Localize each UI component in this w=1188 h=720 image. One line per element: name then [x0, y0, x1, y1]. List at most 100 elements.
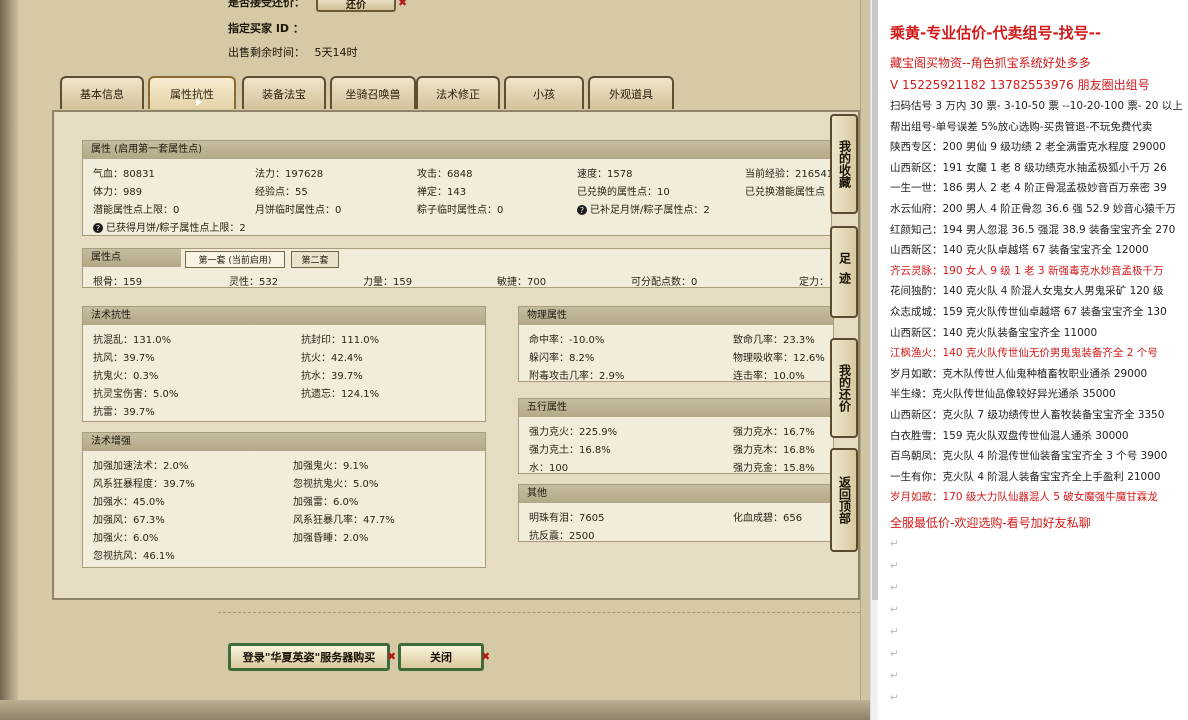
resist-water: 抗水：39.7% [301, 371, 363, 382]
attributes-panel: 属性 (启用第一套属性点) 气血：80831 法力：197628 攻击：6848… [82, 140, 833, 236]
my-favorites-label: 我的收藏 [837, 140, 852, 188]
subtab-second-set[interactable]: 第二套 [291, 251, 339, 268]
attr-limit-obtained: ? 已获得月饼/粽子属性点上限：2 [93, 219, 246, 234]
tab-equipment[interactable]: 装备法宝 [242, 76, 326, 109]
paragraph-mark: ↵ [890, 692, 899, 704]
paragraph-mark: ↵ [890, 604, 899, 616]
phys-combo: 连击率：10.0% [733, 371, 805, 382]
elements-panel: 五行属性 强力克火：225.9% 强力克水：16.7% 强力克土：16.8% 强… [518, 398, 834, 474]
text-document: 乘黄-专业估价-代卖组号-找号-- 藏宝阁买物资--角色抓宝系统好处多多 V 1… [878, 0, 1188, 720]
bargain-button[interactable]: 还价 [316, 0, 396, 12]
sale-time-label: 出售剩余时间： 5天14时 [228, 44, 358, 60]
boost-wind-frenzy: 风系狂暴程度：39.7% [93, 479, 195, 490]
other-title: 其他 [519, 485, 833, 503]
sale-time-label-text: 出售剩余时间： [228, 46, 305, 59]
doc-listing-line: 齐云灵脉：190 女人 9 级 1 老 3 新强毒克水妙音孟极千万 [890, 264, 1164, 277]
resist-thunder: 抗雷：39.7% [93, 407, 155, 418]
boost-wind-frenzy-rate: 风系狂暴几率：47.7% [293, 515, 395, 526]
doc-listing-line: 山西新区：140 克火队装备宝宝齐全 11000 [890, 326, 1098, 339]
buyer-id-label: 指定买家 ID ： [228, 22, 304, 35]
doc-listing-line: 江枫渔火：140 克火队传世仙无价男鬼鬼装备齐全 2 个号 [890, 347, 1158, 360]
paragraph-mark: ↵ [890, 626, 899, 638]
points-agility: 敏捷：700 [497, 277, 547, 288]
resist-wind: 抗风：39.7% [93, 353, 155, 364]
doc-listing-line: 山西新区：克火队 7 级功绩传世人畜牧装备宝宝齐全 3350 [890, 409, 1165, 421]
magic-boost-panel: 法术增强 加强加速法术：2.0% 加强鬼火：9.1% 风系狂暴程度：39.7% … [82, 432, 486, 568]
my-bargains-button[interactable]: 我的还价 [830, 338, 858, 438]
magic-resist-panel: 法术抗性 抗混乱：131.0% 抗封印：111.0% 抗风：39.7% 抗火：4… [82, 306, 486, 422]
elem-vs-metal: 强力克金：15.8% [733, 463, 815, 474]
frame-left-border [0, 0, 18, 720]
attr-zen: 禅定：143 [417, 187, 467, 198]
game-window: 是否接受还价： 还价 ✖ 指定买家 ID ： 出售剩余时间： 5天14时 基本信… [0, 0, 870, 720]
subtab-first-set[interactable]: 第一套 (当前启用) [185, 251, 285, 268]
footprint-label: 足迹 [837, 252, 852, 292]
login-close-icon: ✖ [387, 650, 397, 663]
other-pearl: 明珠有泪：7605 [529, 513, 605, 524]
elements-title: 五行属性 [519, 399, 833, 417]
doc-heading: 乘黄-专业估价-代卖组号-找号-- [890, 24, 1102, 42]
attr-stamina: 体力：989 [93, 187, 143, 198]
boost-ignore-ghostfire: 忽视抗鬼火：5.0% [293, 479, 379, 490]
paragraph-mark: ↵ [890, 648, 899, 660]
points-panel-title: 属性点 [83, 249, 181, 267]
doc-line-2: 藏宝阁买物资--角色抓宝系统好处多多 [890, 56, 1091, 70]
points-endurance: 定力： [799, 277, 829, 288]
back-to-top-label: 返回顶部 [837, 476, 852, 524]
doc-listing-line: 半生缘：克火队传世仙品像较好异光通杀 35000 [890, 388, 1116, 401]
doc-listing-line: 山西新区：140 克火队卓越塔 67 装备宝宝齐全 12000 [890, 244, 1149, 257]
points-spirit: 灵性：532 [229, 277, 279, 288]
doc-listing-line: 岁月如歌：170 级大力队仙器混人 5 破女魔强牛魔甘霖龙 [890, 491, 1158, 504]
boost-sleep: 加强昏睡：2.0% [293, 533, 369, 544]
phys-absorb: 物理吸收率：12.6% [733, 353, 825, 364]
attributes-content: 属性 (启用第一套属性点) 气血：80831 法力：197628 攻击：6848… [52, 110, 860, 600]
doc-listing-line: 水云仙府：200 男人 4 阶正骨忽 36.6 强 52.9 妙音心猿千万 [890, 203, 1176, 215]
phys-dodge: 躲闪率：8.2% [529, 353, 595, 364]
tab-attributes-resist-label: 属性抗性 [170, 87, 214, 101]
login-purchase-button[interactable]: 登录"华夏英姿"服务器购买 [228, 643, 390, 671]
doc-listing-line: 岁月如歌：克木队传世人仙鬼种植畜牧职业通杀 29000 [890, 367, 1148, 380]
other-counter: 抗反震：2500 [529, 531, 595, 542]
phys-crit: 致命几率：23.3% [733, 335, 815, 346]
tab-appearance[interactable]: 外观道具 [588, 76, 674, 109]
magic-boost-title: 法术增强 [83, 433, 485, 451]
attr-hp: 气血：80831 [93, 169, 155, 180]
resist-forget: 抗遗忘：124.1% [301, 389, 380, 400]
frame-right-border [860, 0, 870, 720]
elem-vs-fire: 强力克火：225.9% [529, 427, 618, 438]
attr-attack: 攻击：6848 [417, 169, 473, 180]
points-available: 可分配点数：0 [631, 277, 698, 288]
doc-footer: 全服最低价-欢迎选购-看号加好友私聊 [890, 516, 1091, 530]
help-icon[interactable]: ? [577, 205, 587, 215]
physical-title: 物理属性 [519, 307, 833, 325]
resist-chaos: 抗混乱：131.0% [93, 335, 172, 346]
phys-poison: 附毒攻击几率：2.9% [529, 371, 625, 382]
tab-child[interactable]: 小孩 [504, 76, 584, 109]
boost-ghostfire: 加强鬼火：9.1% [293, 461, 369, 472]
doc-listing-line: 一生有你：克火队 4 阶混人装备宝宝齐全上手盈利 21000 [890, 470, 1161, 483]
tab-spell-correction[interactable]: 法术修正 [416, 76, 500, 109]
attributes-panel-title: 属性 (启用第一套属性点) [83, 141, 831, 159]
attr-exchanged-potential: 已兑换潜能属性点 [745, 187, 825, 198]
attr-speed: 速度：1578 [577, 169, 633, 180]
paragraph-mark: ↵ [890, 670, 899, 682]
boost-water: 加强水：45.0% [93, 497, 165, 508]
tab-mount-summon[interactable]: 坐骑召唤兽 [330, 76, 416, 109]
footprint-button[interactable]: 足迹 [830, 226, 858, 318]
boost-wind: 加强风：67.3% [93, 515, 165, 526]
elem-vs-earth: 强力克土：16.8% [529, 445, 611, 456]
doc-listing-line: 白衣胜雪：159 克火队双盘传世仙混人通杀 30000 [890, 429, 1129, 442]
physical-panel: 物理属性 命中率：-10.0% 致命几率：23.3% 躲闪率：8.2% 物理吸收… [518, 306, 834, 382]
back-to-top-button[interactable]: 返回顶部 [830, 448, 858, 552]
tab-basic-info[interactable]: 基本信息 [60, 76, 144, 109]
points-constitution: 根骨：159 [93, 277, 143, 288]
close-button[interactable]: 关闭 [398, 643, 484, 671]
doc-listing-line: 众志成城：159 克火队传世仙卓越塔 67 装备宝宝齐全 130 [890, 306, 1167, 318]
help-icon[interactable]: ? [93, 223, 103, 233]
paragraph-mark: ↵ [890, 560, 899, 572]
boost-fire: 加强火：6.0% [93, 533, 159, 544]
tab-attributes-resist[interactable]: 属性抗性 [148, 76, 236, 109]
my-favorites-button[interactable]: 我的收藏 [830, 114, 858, 214]
phys-hit: 命中率：-10.0% [529, 335, 605, 346]
attr-supplemented: ? 已补足月饼/粽子属性点：2 [577, 201, 710, 216]
